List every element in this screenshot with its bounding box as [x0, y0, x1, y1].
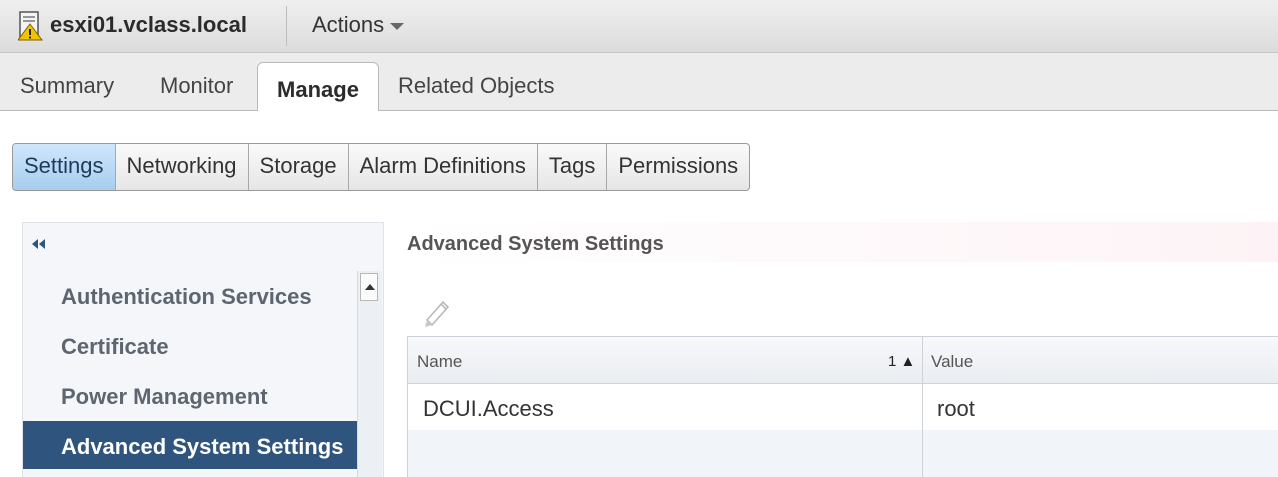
subtab-storage[interactable]: Storage: [249, 144, 349, 190]
host-name-title: esxi01.vclass.local: [50, 12, 247, 37]
host-warning-icon: [18, 11, 43, 41]
chevron-down-icon: [390, 22, 405, 30]
subtab-tags[interactable]: Tags: [538, 144, 608, 190]
object-title-bar: esxi01.vclass.local Actions: [0, 0, 1278, 53]
column-header-value[interactable]: Value: [931, 352, 973, 372]
actions-label: Actions: [312, 12, 385, 37]
tab-related-objects[interactable]: Related Objects: [398, 73, 555, 99]
column-header-name[interactable]: Name: [417, 352, 462, 372]
collapse-double-chevron-icon[interactable]: [29, 237, 49, 251]
tab-summary[interactable]: Summary: [20, 73, 114, 99]
section-title: Advanced System Settings: [407, 222, 1278, 262]
actions-menu-button[interactable]: Actions: [312, 12, 405, 38]
tab-monitor[interactable]: Monitor: [160, 73, 233, 99]
sidebar-item-authentication-services[interactable]: Authentication Services: [23, 271, 359, 319]
cell-value: root: [937, 396, 975, 421]
nav-scrollbar[interactable]: [357, 271, 382, 477]
sort-ascending-indicator[interactable]: 1 ▲: [888, 353, 915, 370]
scroll-up-arrow-icon[interactable]: [360, 273, 378, 301]
sidebar-item-certificate[interactable]: Certificate: [23, 321, 359, 369]
manage-subtab-bar: Settings Networking Storage Alarm Defini…: [12, 143, 751, 191]
grid-header: Name 1 ▲ Value: [408, 337, 1278, 384]
sidebar-item-power-management[interactable]: Power Management: [23, 371, 359, 419]
subtab-alarm-definitions[interactable]: Alarm Definitions: [349, 144, 538, 190]
tab-manage[interactable]: Manage: [257, 62, 379, 111]
column-divider[interactable]: [922, 337, 923, 477]
table-row[interactable]: DCUI.Access root: [408, 384, 1278, 430]
empty-table-row: [408, 430, 1278, 477]
sidebar-item-advanced-system-settings[interactable]: Advanced System Settings: [23, 421, 359, 469]
edit-pencil-icon[interactable]: [421, 296, 453, 328]
advanced-settings-grid: Name 1 ▲ Value DCUI.Access root: [407, 336, 1278, 477]
settings-nav-panel: Authentication Services Certificate Powe…: [22, 222, 384, 477]
cell-name: DCUI.Access: [423, 396, 554, 421]
primary-tab-bar: Summary Monitor Manage Related Objects: [0, 53, 1278, 111]
subtab-networking[interactable]: Networking: [116, 144, 249, 190]
subtab-settings[interactable]: Settings: [13, 144, 116, 190]
title-divider: [286, 6, 287, 46]
subtab-permissions[interactable]: Permissions: [607, 144, 749, 190]
